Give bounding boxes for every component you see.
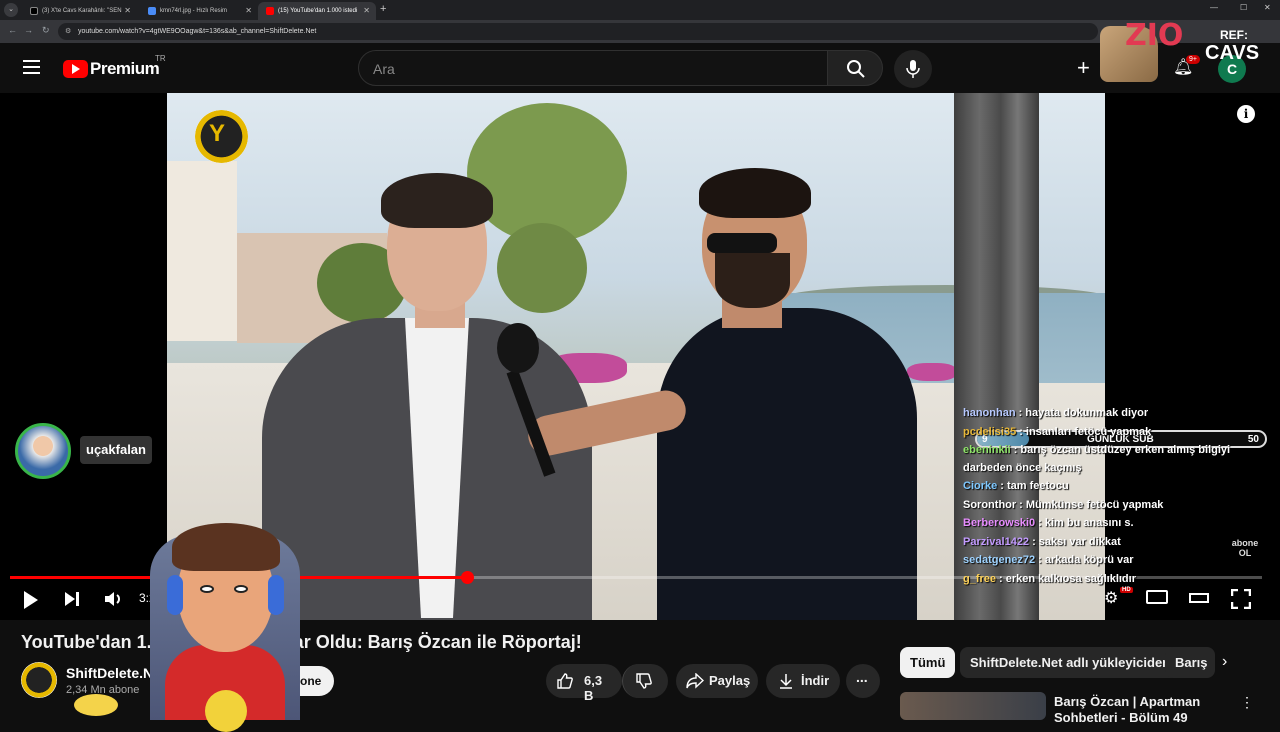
chat-text: : kim bu anasını s.: [1038, 517, 1134, 529]
voice-search-button[interactable]: [894, 50, 932, 88]
chat-message: ebeninkii: barış özcan üstdüzey erken al…: [963, 441, 1275, 477]
share-button[interactable]: Paylaş: [676, 664, 758, 698]
download-icon: [780, 674, 792, 689]
url-field[interactable]: ⚙ youtube.com/watch?v=4gtWE9OOagw&t=136s…: [58, 23, 1098, 40]
close-tab-icon[interactable]: ✕: [363, 6, 370, 15]
image-viewer-icon: [148, 7, 156, 15]
miniplayer-icon[interactable]: [1146, 590, 1168, 604]
search-icon: [847, 60, 865, 78]
browser-tab-image[interactable]: kmn74rl.jpg - Hızlı Resim ✕: [140, 2, 258, 20]
headset-icon: [167, 575, 183, 615]
youtube-favicon-icon: [266, 7, 274, 15]
theater-mode-icon[interactable]: [1189, 593, 1209, 603]
site-info-icon[interactable]: ⚙: [65, 27, 71, 35]
recommended-video-thumbnail[interactable]: [900, 692, 1046, 720]
chat-username: Ciorke: [963, 480, 998, 492]
chat-message: sedatgenez72: arkada köprü var: [963, 551, 1275, 570]
channel-avatar[interactable]: [21, 662, 57, 698]
chat-message: Parzival1422: saksı var dikkat: [963, 533, 1275, 552]
chat-message: pcdelisi35: insanları fetöcü yapmak: [963, 423, 1275, 442]
chat-message: g_free: erken kalkıosa sağlıklıdır: [963, 570, 1275, 589]
new-tab-button[interactable]: +: [380, 3, 386, 15]
chat-username: pcdelisi35: [963, 425, 1017, 438]
chat-text: : arkada köprü var: [1038, 554, 1134, 566]
reload-icon[interactable]: ↻: [42, 25, 50, 36]
pikachu-sticker-icon: [74, 694, 118, 716]
chip-uploader[interactable]: ShiftDelete.Net adlı yükleyiciden: [960, 647, 1181, 678]
chat-username: g_free: [963, 572, 997, 585]
chat-message: Soronthor: Mümkünse fetöcü yapmak: [963, 496, 1275, 515]
stream-chat-overlay: hanonhan: hayata dokunmak diyor pcdelisi3…: [963, 404, 1275, 588]
x-logo-icon: [30, 7, 38, 15]
shiftdelete-watermark-logo: Y: [195, 110, 248, 163]
chat-message: hanonhan: hayata dokunmak diyor: [963, 404, 1275, 423]
chat-text: : erken kalkıosa sağlıklıdır: [999, 572, 1136, 585]
browser-tab-x[interactable]: (3) X'te Cavs Karahânlı: "SEN ✕: [22, 2, 137, 20]
alert-user-name: uçakfalan: [80, 436, 152, 464]
share-arrow-icon: [686, 673, 704, 689]
progress-scrubber-handle[interactable]: [460, 571, 474, 584]
chat-text: : hayata dokunmak diyor: [1018, 407, 1149, 419]
youtube-header: Premium TR Ara + 🔔︎ 9+ C: [0, 43, 1280, 93]
chat-username: ebeninkii: [963, 444, 1011, 456]
alert-user-avatar: [15, 423, 71, 479]
chevron-right-icon[interactable]: ›: [1222, 653, 1227, 671]
chat-username: Berberowski0: [963, 517, 1036, 529]
streamer-cartoon-avatar: [150, 515, 300, 732]
youtube-logo-text: Premium: [90, 59, 160, 78]
chat-username: Parzival1422: [963, 535, 1030, 548]
chat-text: : Mümkünse fetöcü yapmak: [1019, 498, 1164, 511]
chat-message: Berberowski0: kim bu anasını s.: [963, 514, 1275, 533]
search-button[interactable]: [827, 50, 883, 86]
recommended-video-title[interactable]: Barış Özcan | Apartman Sohbetleri - Bölü…: [1054, 694, 1200, 726]
zio-stream-logo: ZIO REF: CAVS: [1100, 18, 1280, 88]
minimize-window-icon[interactable]: —: [1210, 3, 1218, 12]
download-button[interactable]: İndir: [766, 664, 840, 698]
video-title: YouTube'dan 1.000 İstedi, 1 Milyar Oldu:…: [21, 632, 582, 652]
like-button[interactable]: 6,3 B: [546, 664, 622, 703]
close-window-icon[interactable]: ✕: [1264, 3, 1271, 12]
like-count: 6,3 B: [584, 673, 603, 703]
more-actions-button[interactable]: ...: [846, 664, 880, 698]
volume-icon[interactable]: [104, 590, 124, 608]
play-icon[interactable]: [22, 590, 40, 610]
thumbs-up-icon: [557, 673, 573, 689]
info-icon[interactable]: i: [1237, 105, 1255, 123]
next-video-icon[interactable]: [63, 590, 81, 608]
chat-text: : saksı var dikkat: [1032, 535, 1121, 548]
microphone-icon: [906, 60, 920, 78]
recommended-more-icon[interactable]: ⋮: [1240, 694, 1254, 711]
hamburger-menu-icon[interactable]: [23, 60, 40, 74]
chat-username: sedatgenez72: [963, 554, 1036, 566]
create-button[interactable]: +: [1077, 55, 1090, 81]
chat-text: : insanları fetöcü yapmak: [1019, 425, 1152, 438]
browser-address-bar: ← → ↻ ⚙ youtube.com/watch?v=4gtWE9OOagw&…: [0, 20, 1280, 43]
chat-text: : tam feetocu: [1000, 480, 1069, 492]
chip-topic[interactable]: Barış: [1165, 647, 1215, 678]
search-input[interactable]: Ara: [358, 50, 828, 86]
chat-message: Ciorke: tam feetocu: [963, 477, 1275, 496]
close-tab-icon[interactable]: ✕: [245, 6, 252, 15]
fullscreen-icon[interactable]: [1231, 589, 1251, 609]
settings-gear-icon[interactable]: ⚙: [1104, 588, 1118, 608]
region-code: TR: [155, 54, 166, 63]
chat-username: Soronthor: [963, 498, 1017, 511]
maximize-window-icon[interactable]: ☐: [1240, 3, 1247, 12]
microphone-prop: [497, 323, 539, 373]
chat-username: hanonhan: [963, 407, 1016, 419]
browser-tab-youtube[interactable]: (15) YouTube'dan 1.000 istedi ✕: [258, 2, 376, 20]
more-horizontal-icon: ...: [856, 669, 868, 685]
forward-arrow-icon[interactable]: →: [24, 25, 33, 35]
chip-all[interactable]: Tümü: [900, 647, 956, 678]
back-arrow-icon[interactable]: ←: [8, 25, 17, 35]
tab-search-icon[interactable]: ⌄: [4, 3, 18, 17]
dislike-button[interactable]: [622, 664, 668, 698]
close-tab-icon[interactable]: ✕: [124, 6, 131, 15]
thumbs-down-icon: [636, 673, 652, 689]
browser-tab-bar: ⌄ (3) X'te Cavs Karahânlı: "SEN ✕ kmn74r…: [0, 0, 1280, 20]
